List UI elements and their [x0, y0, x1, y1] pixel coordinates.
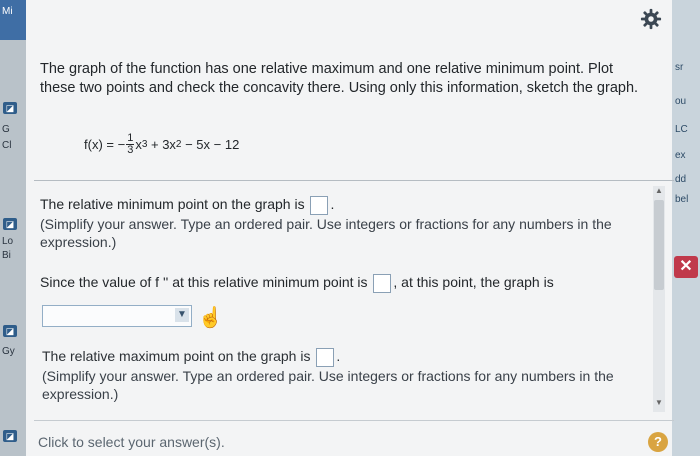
function-term: + 3x	[147, 137, 176, 152]
question-prompt: The graph of the function has one relati…	[40, 61, 639, 96]
left-strip-label: Cl	[2, 140, 12, 151]
answer-hint: (Simplify your answer. Type an ordered p…	[40, 215, 612, 250]
relative-maximum-question: The relative maximum point on the graph …	[42, 347, 614, 402]
left-strip-label: Bi	[2, 250, 11, 261]
divider	[34, 180, 674, 181]
left-background-strip: Mi ◪ G Cl ◪ Lo Bi ◪ Gy ◪	[0, 0, 26, 456]
relative-minimum-input[interactable]	[310, 195, 329, 215]
relative-minimum-question: The relative minimum point on the graph …	[40, 195, 612, 250]
left-strip-icon: ◪	[3, 102, 17, 114]
fraction: 1 3	[126, 133, 135, 156]
function-term: − 5x − 12	[181, 137, 240, 152]
right-strip-label: sr	[675, 62, 684, 73]
left-strip-label: G	[2, 124, 10, 135]
right-strip-label: ou	[675, 96, 687, 107]
second-derivative-input[interactable]	[373, 273, 392, 293]
right-strip-label: ex	[675, 150, 686, 161]
left-strip-icon: ◪	[3, 218, 17, 230]
left-strip-label: Gy	[2, 346, 15, 357]
function-lhs: f(x) = −	[84, 137, 126, 152]
relative-minimum-label: The relative minimum point on the graph …	[40, 196, 305, 212]
fraction-denominator: 3	[127, 144, 134, 156]
concavity-dropdown[interactable]: ▼	[42, 305, 192, 327]
relative-maximum-input[interactable]	[316, 347, 335, 367]
left-strip-icon: ◪	[3, 325, 17, 337]
footer-divider	[34, 420, 674, 421]
chevron-down-icon[interactable]: ▼	[175, 308, 189, 322]
answer-hint: (Simplify your answer. Type an ordered p…	[42, 367, 614, 402]
scroll-down-icon[interactable]: ▼	[653, 398, 665, 408]
scroll-up-icon[interactable]: ▲	[653, 186, 665, 196]
right-strip-label: bel	[675, 194, 689, 205]
right-strip-label: LC	[675, 124, 688, 135]
concavity-question: Since the value of f '' at this relative…	[40, 273, 660, 293]
select-answers-text: Click to select your answer(s).	[38, 434, 225, 450]
left-strip-icon: ◪	[3, 430, 17, 442]
right-background-strip: sr ou LC ex dd bel ✕	[672, 0, 700, 456]
left-strip-title: Mi	[2, 6, 13, 17]
left-strip-label: Lo	[2, 236, 14, 247]
left-strip-header: Mi	[0, 0, 26, 40]
hand-cursor-icon: ☝	[198, 307, 223, 329]
gear-icon[interactable]	[640, 8, 662, 30]
scrollbar-thumb[interactable]	[654, 200, 664, 290]
function-expression: f(x) = − 1 3 x 3 + 3x 2 − 5x − 12	[84, 133, 239, 156]
close-icon[interactable]: ✕	[674, 256, 698, 278]
question-panel: The graph of the function has one relati…	[26, 0, 674, 456]
second-derivative-label: Since the value of f '' at this relative…	[40, 274, 368, 290]
concavity-label: , at this point, the graph is	[393, 274, 554, 290]
right-strip-label: dd	[675, 174, 687, 185]
relative-maximum-label: The relative maximum point on the graph …	[42, 348, 311, 364]
help-icon[interactable]: ?	[648, 432, 668, 452]
